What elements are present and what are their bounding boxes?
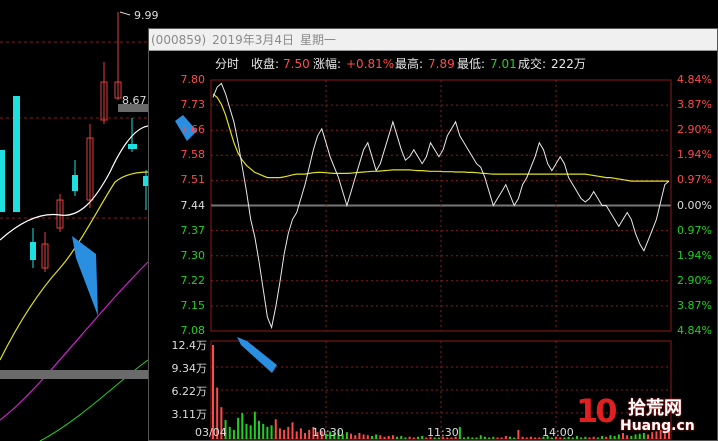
price-tick-label: 7.30 bbox=[180, 248, 206, 262]
percent-tick-label: 2.90% bbox=[677, 123, 712, 137]
volume-tick-label: 9.34万 bbox=[171, 362, 208, 375]
price-tick-label: 7.58 bbox=[180, 148, 206, 162]
chart-grid bbox=[210, 79, 672, 440]
percent-tick-label: 0.97% bbox=[677, 223, 712, 237]
high-price-marker: 9.99 bbox=[134, 9, 159, 22]
high-value: 7.89 bbox=[428, 57, 455, 71]
price-tick-label: 7.51 bbox=[180, 173, 206, 187]
change-label: 涨幅: bbox=[313, 57, 342, 71]
time-tick-label: 10:30 bbox=[312, 426, 344, 439]
price-tick-label: 7.44 bbox=[180, 198, 206, 212]
popup-titlebar[interactable]: (000859) 2019年3月4日 星期一 bbox=[149, 29, 717, 51]
volume-label: 成交: bbox=[518, 57, 547, 71]
high-label: 最高: bbox=[395, 57, 424, 71]
watermark-en: Huang.cn bbox=[620, 418, 695, 434]
change-value: +0.81% bbox=[346, 57, 395, 71]
percent-tick-label: 1.94% bbox=[677, 248, 712, 262]
ma-line-magenta bbox=[0, 261, 149, 421]
intraday-popup-window[interactable]: (000859) 2019年3月4日 星期一 分时 收盘: 7.50 涨幅: +0.… bbox=[148, 28, 718, 441]
quote-info-row: 分时 收盘: 7.50 涨幅: +0.81% 最高: 7.89 最低: 7.01… bbox=[149, 56, 717, 72]
price-tick-label: 7.80 bbox=[180, 73, 206, 86]
watermark-number: 10 bbox=[576, 392, 617, 430]
kline-candle bbox=[0, 150, 5, 212]
kline-candle bbox=[30, 242, 36, 260]
percent-tick-label: 0.00% bbox=[677, 198, 712, 212]
price-tick-label: 7.08 bbox=[180, 324, 206, 337]
close-label: 收盘: bbox=[251, 57, 280, 71]
close-value: 7.50 bbox=[283, 57, 310, 71]
time-tick-label: 11:30 bbox=[427, 426, 459, 439]
mode-label: 分时 bbox=[215, 57, 240, 71]
intraday-chart[interactable] bbox=[149, 73, 718, 441]
percent-tick-label: 4.84% bbox=[677, 73, 712, 86]
volume-tick-label: 12.4万 bbox=[171, 339, 208, 352]
price-label: 8.67 bbox=[122, 94, 147, 107]
price-tick-label: 7.37 bbox=[180, 223, 206, 237]
kline-candle bbox=[128, 144, 137, 149]
price-tick-label: 7.66 bbox=[180, 123, 206, 137]
low-label: 最低: bbox=[457, 57, 486, 71]
kline-candle bbox=[72, 175, 78, 191]
price-tick-label: 7.22 bbox=[180, 273, 206, 287]
percent-tick-label: 2.90% bbox=[677, 273, 712, 287]
weekday: 星期一 bbox=[299, 33, 336, 47]
price-tick-label: 7.15 bbox=[180, 298, 206, 312]
watermark-cn: 拾荒网 bbox=[628, 398, 682, 419]
stock-code: (000859) bbox=[151, 33, 207, 47]
kline-candle bbox=[13, 96, 20, 212]
percent-tick-label: 0.97% bbox=[677, 173, 712, 187]
percent-tick-label: 1.94% bbox=[677, 148, 712, 162]
percent-tick-label: 3.87% bbox=[677, 298, 712, 312]
annotation-arrow bbox=[237, 337, 277, 373]
watermark-logo: 10 拾荒网 Huang.cn bbox=[576, 392, 716, 438]
low-value: 7.01 bbox=[490, 57, 517, 71]
volume-tick-label: 6.22万 bbox=[171, 385, 208, 398]
annotation-arrow bbox=[72, 236, 98, 316]
ma-line-yellow bbox=[0, 171, 149, 361]
price-tick-label: 7.73 bbox=[180, 98, 206, 112]
volume-value: 222万 bbox=[551, 57, 586, 71]
trade-date: 2019年3月4日 bbox=[212, 33, 294, 47]
time-tick-label: 14:00 bbox=[542, 426, 574, 439]
percent-tick-label: 4.84% bbox=[677, 324, 712, 337]
volume-tick-label: 3.11万 bbox=[171, 408, 208, 421]
percent-tick-label: 3.87% bbox=[677, 98, 712, 112]
time-tick-label: 03/04 bbox=[195, 426, 227, 439]
